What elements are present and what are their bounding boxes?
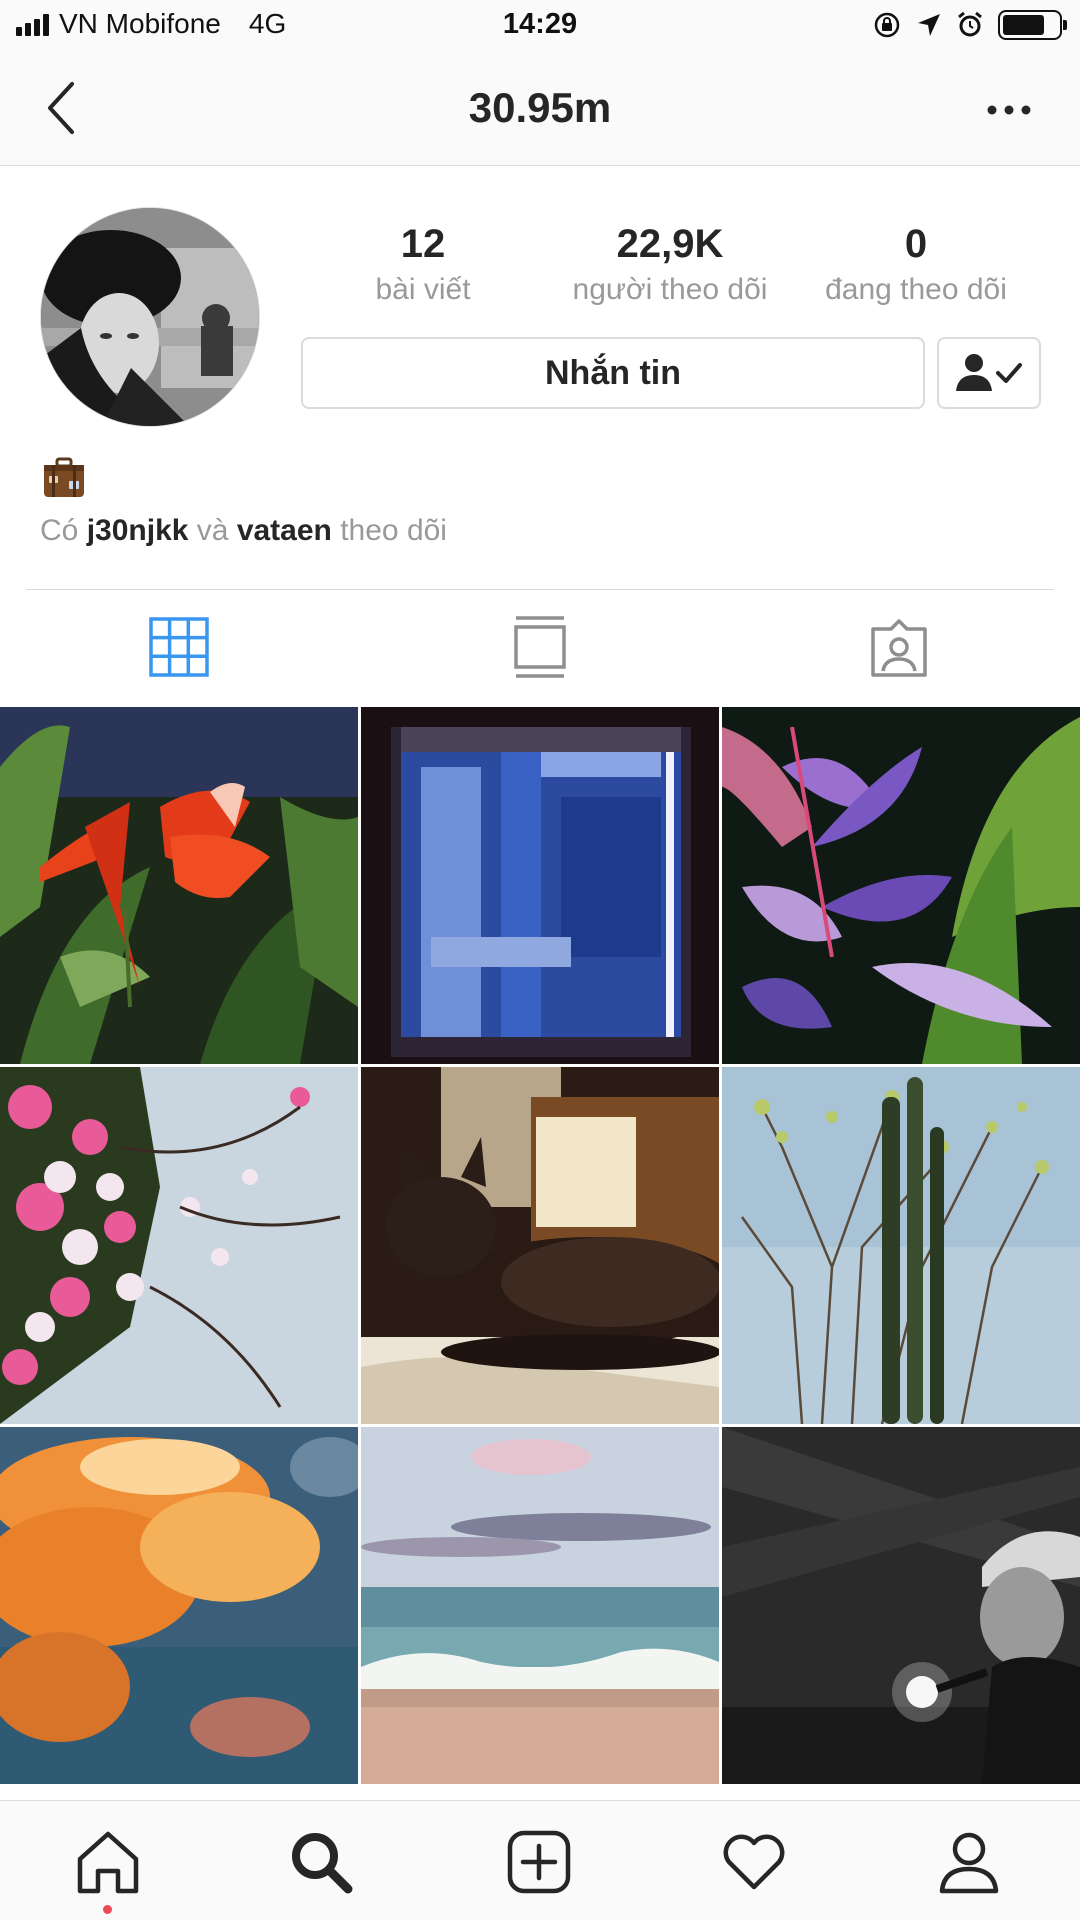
tab-activity[interactable] <box>721 1829 787 1895</box>
tab-feed[interactable] <box>510 615 570 679</box>
post-thumbnail[interactable] <box>722 1067 1080 1425</box>
avatar[interactable] <box>40 207 260 427</box>
stat-following-label: đang theo dõi <box>825 273 1007 306</box>
battery-icon <box>998 10 1067 40</box>
suitcase-icon <box>44 457 84 497</box>
page-title: 30.95m <box>468 84 612 131</box>
bottom-tab-bar <box>0 1800 1080 1920</box>
tab-tagged[interactable] <box>869 615 929 679</box>
search-icon <box>292 1833 353 1894</box>
followed-by-prefix: Có <box>40 514 79 547</box>
stat-following-count: 0 <box>904 222 928 266</box>
post-thumbnail[interactable] <box>722 1427 1080 1784</box>
post-thumbnail[interactable] <box>0 1427 370 1784</box>
avatar-image <box>41 208 259 426</box>
message-button[interactable]: Nhắn tin <box>301 337 925 409</box>
tab-home[interactable] <box>75 1829 141 1895</box>
post-thumbnail[interactable] <box>361 707 719 1064</box>
notification-dot <box>103 1905 112 1914</box>
post-thumbnail[interactable] <box>0 707 358 1064</box>
more-horizontal-icon[interactable] <box>984 90 1034 130</box>
stat-following[interactable]: 0 đang theo dõi <box>806 222 1026 307</box>
add-post-icon <box>507 1830 571 1894</box>
post-thumbnail[interactable] <box>722 707 1080 1064</box>
person-check-icon <box>956 354 1022 391</box>
orientation-lock-icon <box>874 12 900 38</box>
alarm-icon <box>958 11 982 37</box>
heart-icon <box>723 1834 785 1890</box>
followed-by-user-2[interactable]: vataen <box>237 514 332 547</box>
post-thumbnail[interactable] <box>0 1067 358 1424</box>
post-thumbnail[interactable] <box>361 1427 719 1784</box>
tagged-icon <box>871 619 927 677</box>
stat-followers-count: 22,9K <box>616 222 724 266</box>
divider <box>26 589 1054 590</box>
status-bar: VN Mobifone 4G 14:29 <box>0 0 1080 54</box>
location-arrow-icon <box>918 14 940 36</box>
photo-grid <box>0 707 1080 1784</box>
following-button[interactable] <box>937 337 1041 409</box>
followed-by-suffix: theo dõi <box>340 514 447 547</box>
nav-bar: 30.95m <box>0 54 1080 166</box>
tab-add-post[interactable] <box>506 1829 572 1895</box>
home-icon <box>77 1831 139 1894</box>
stat-posts[interactable]: 12 bài viết <box>346 222 500 307</box>
stat-posts-count: 12 <box>400 222 446 266</box>
feed-icon <box>514 616 566 678</box>
tab-profile[interactable] <box>936 1829 1002 1895</box>
grid-icon <box>149 617 209 677</box>
tab-grid[interactable] <box>149 615 209 679</box>
profile-icon <box>939 1832 999 1894</box>
post-thumbnail[interactable] <box>361 1067 741 1424</box>
followed-by-joiner: và <box>196 514 229 547</box>
status-right <box>872 10 1067 40</box>
stat-followers[interactable]: 22,9K người theo dõi <box>550 222 790 307</box>
stat-followers-label: người theo dõi <box>572 273 768 306</box>
followed-by-text[interactable]: Có j30njkk và vataen theo dõi <box>40 514 447 548</box>
stat-posts-label: bài viết <box>375 273 471 306</box>
battery-fill <box>1003 15 1044 35</box>
tab-search[interactable] <box>288 1829 354 1895</box>
followed-by-user-1[interactable]: j30njkk <box>87 514 189 547</box>
